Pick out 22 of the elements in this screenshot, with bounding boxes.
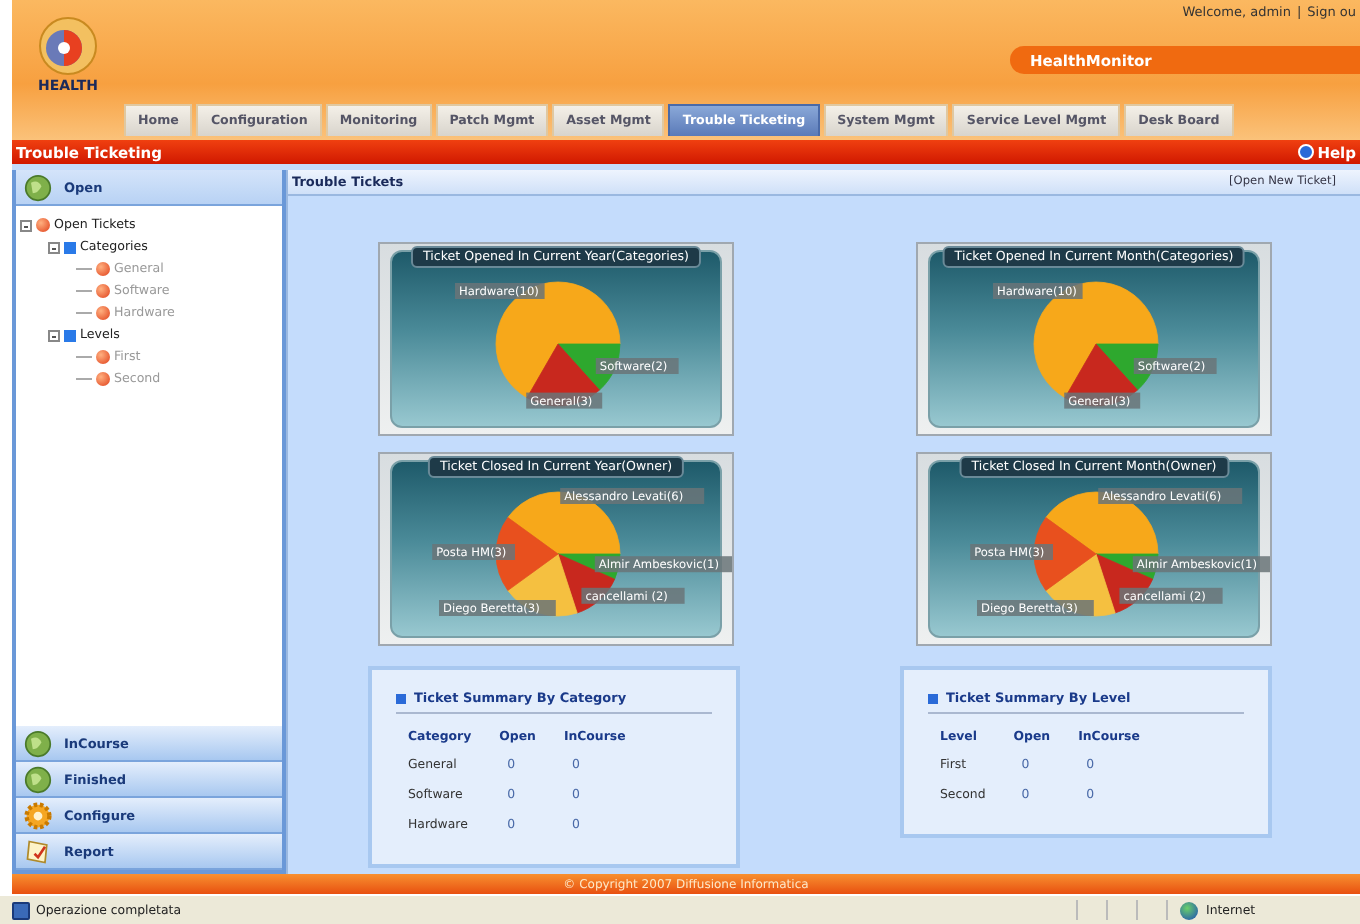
dot-icon [96, 284, 110, 298]
collapse-icon[interactable] [48, 241, 60, 253]
help-icon [1297, 144, 1314, 160]
dot-icon [96, 306, 110, 320]
square-icon [64, 241, 76, 253]
collapse-icon[interactable] [48, 329, 60, 341]
globe-icon [24, 765, 52, 793]
square-icon [64, 329, 76, 341]
dot-icon [96, 350, 110, 364]
dot-icon [96, 372, 110, 386]
dot-icon [96, 262, 110, 276]
dot-icon [36, 218, 50, 232]
globe-icon [24, 729, 52, 757]
collapse-icon[interactable] [20, 219, 32, 231]
gear-icon [24, 801, 52, 829]
globe-icon [24, 173, 52, 201]
checklist-icon [24, 837, 52, 865]
square-icon [396, 693, 406, 703]
page-icon [12, 901, 30, 919]
square-icon [928, 693, 938, 703]
globe-icon [1180, 901, 1198, 919]
logo-icon [34, 16, 102, 76]
